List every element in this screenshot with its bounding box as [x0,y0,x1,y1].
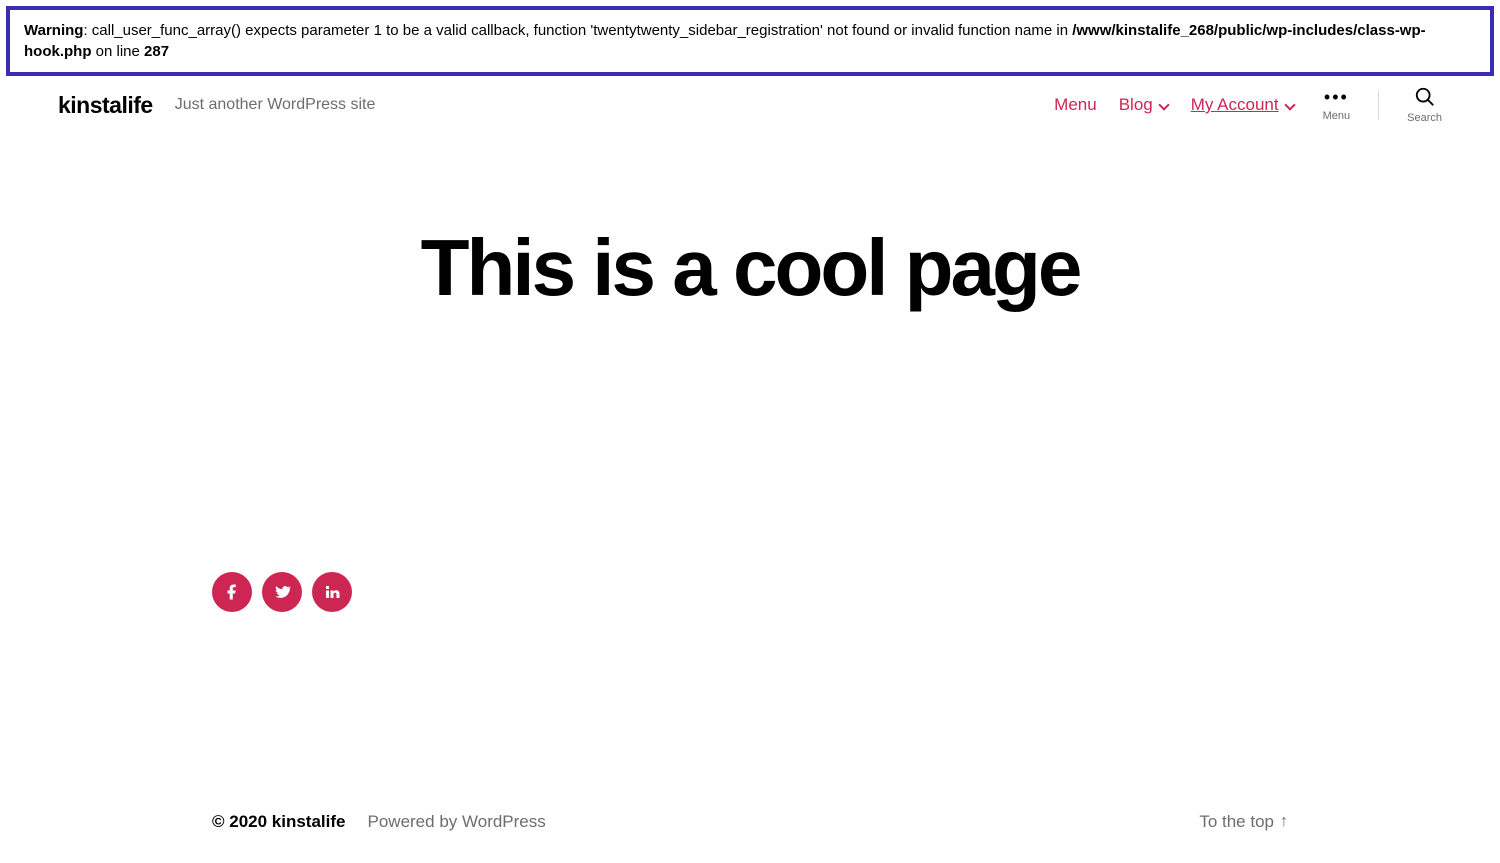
search-toggle-label: Search [1407,112,1442,124]
menu-toggle-label: Menu [1323,110,1351,122]
warning-line-no: 287 [144,43,169,60]
chevron-down-icon [1159,100,1169,110]
footer-powered-link[interactable]: Powered by WordPress [368,812,546,832]
nav-blog[interactable]: Blog [1119,95,1169,115]
primary-nav: Menu Blog My Account [1054,95,1294,115]
warning-label: Warning [24,22,83,39]
twitter-link[interactable] [262,572,302,612]
search-toggle[interactable]: Search [1407,86,1442,124]
search-icon [1414,86,1436,108]
facebook-link[interactable] [212,572,252,612]
nav-blog-label: Blog [1119,95,1153,115]
chevron-down-icon [1285,100,1295,110]
nav-account-label: My Account [1191,95,1279,115]
nav-my-account[interactable]: My Account [1191,95,1295,115]
arrow-up-icon: ↑ [1280,813,1288,831]
warning-online: on line [92,43,145,60]
to-top-label: To the top [1199,812,1274,832]
ellipsis-icon: ••• [1324,88,1349,106]
site-header: kinstalife Just another WordPress site M… [0,76,1500,134]
nav-menu[interactable]: Menu [1054,95,1097,115]
site-tagline: Just another WordPress site [175,96,376,114]
warning-msg: : call_user_func_array() expects paramet… [83,22,1072,39]
linkedin-link[interactable] [312,572,352,612]
linkedin-icon [323,583,341,601]
menu-toggle[interactable]: ••• Menu [1323,88,1351,122]
twitter-icon [273,583,291,601]
site-footer: © 2020 kinstalife Powered by WordPress T… [0,812,1500,832]
facebook-icon [223,583,241,601]
footer-copyright: © 2020 kinstalife [212,812,346,832]
to-top-link[interactable]: To the top ↑ [1199,812,1288,832]
site-title-link[interactable]: kinstalife [58,92,153,119]
social-links [212,572,1500,612]
php-warning-banner: Warning: call_user_func_array() expects … [6,6,1494,76]
header-divider [1378,91,1379,119]
page-title: This is a cool page [0,224,1500,312]
